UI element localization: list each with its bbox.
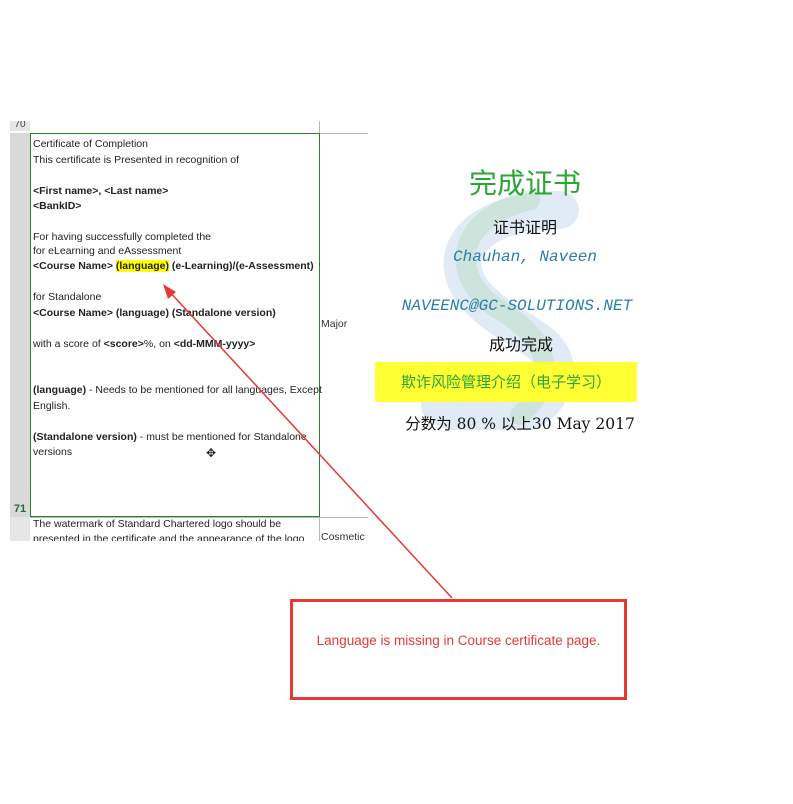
callout-text: Language is missing in Course certificat…: [316, 633, 601, 648]
annotation-callout: Language is missing in Course certificat…: [290, 599, 627, 700]
